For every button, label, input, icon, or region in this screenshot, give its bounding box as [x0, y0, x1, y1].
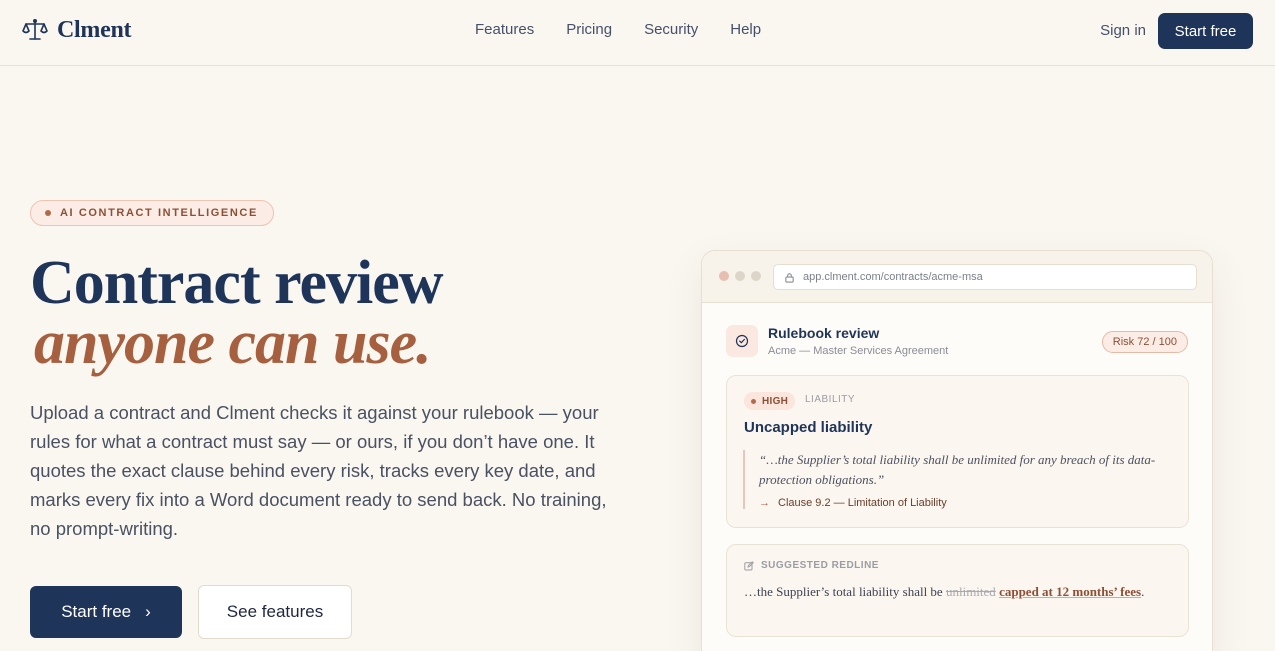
nav-link-security[interactable]: Security [644, 21, 698, 38]
top-nav: Clment Features Pricing Security Help Si… [0, 0, 1275, 66]
severity-label: HIGH [762, 395, 789, 407]
window-dot-icon [719, 271, 729, 281]
see-features-button[interactable]: See features [198, 585, 352, 639]
nav-link-help[interactable]: Help [730, 21, 761, 38]
panel-title: Rulebook review [768, 325, 880, 341]
redline-prefix: …the Supplier’s total liability shall be [744, 584, 943, 599]
window-dot-icon [751, 271, 761, 281]
badge-dot [45, 210, 51, 216]
url-text: app.clment.com/contracts/acme-msa [803, 271, 983, 283]
nav-links: Features Pricing Security Help [475, 21, 761, 38]
nav-link-features[interactable]: Features [475, 21, 534, 38]
panel-subtitle: Acme — Master Services Agreement [768, 345, 949, 357]
quote-text: “…the Supplier’s total liability shall b… [759, 452, 1156, 487]
citation-text: Clause 9.2 — Limitation of Liability [778, 497, 947, 509]
severity-badge: HIGH [744, 392, 796, 410]
severity-dot [751, 398, 756, 404]
app-preview-window: app.clment.com/contracts/acme-msa Rulebo… [701, 250, 1213, 651]
start-free-label: Start free [61, 602, 132, 621]
finding-title: Uncapped liability [744, 419, 873, 436]
sign-in-link[interactable]: Sign in [1100, 22, 1146, 39]
edit-icon [744, 560, 754, 570]
redline-deleted: unlimited [945, 584, 996, 599]
brand-name: Clment [57, 16, 132, 43]
headline-line-2: anyone can use. [34, 309, 432, 377]
scales-icon [22, 18, 48, 40]
start-free-button[interactable]: Start free › [30, 586, 182, 638]
rulebook-icon-box [726, 325, 758, 357]
eyebrow-text: AI CONTRACT INTELLIGENCE [60, 207, 258, 219]
clause-citation[interactable]: → Clause 9.2 — Limitation of Liability [759, 497, 1163, 509]
redline-text: …the Supplier’s total liability shall be… [744, 582, 1174, 602]
clause-quote: “…the Supplier’s total liability shall b… [743, 450, 1163, 509]
arrow-right-icon: → [759, 497, 770, 509]
redline-suffix: . [1141, 584, 1145, 599]
finding-card[interactable]: HIGH LIABILITY Uncapped liability “…the … [726, 375, 1189, 528]
hero-lead: Upload a contract and Clment checks it a… [30, 402, 607, 539]
headline-line-1: Contract review [30, 249, 444, 317]
redline-inserted: capped at 12 months’ fees [999, 584, 1142, 599]
finding-category: LIABILITY [805, 394, 856, 405]
address-bar: app.clment.com/contracts/acme-msa [773, 264, 1197, 290]
lock-icon [785, 272, 794, 283]
chevron-right-icon: › [145, 602, 151, 621]
nav-link-pricing[interactable]: Pricing [566, 21, 612, 38]
risk-score-badge: Risk 72 / 100 [1101, 331, 1188, 353]
window-controls [719, 271, 761, 281]
redline-card[interactable]: SUGGESTED REDLINE …the Supplier’s total … [726, 544, 1189, 637]
redline-label: SUGGESTED REDLINE [761, 560, 879, 571]
brand-logo[interactable]: Clment [21, 16, 131, 44]
browser-bar: app.clment.com/contracts/acme-msa [702, 251, 1212, 303]
window-dot-icon [735, 271, 745, 281]
check-circle-icon [735, 334, 749, 348]
eyebrow-badge: AI CONTRACT INTELLIGENCE [30, 200, 274, 226]
redline-header: SUGGESTED REDLINE [744, 560, 879, 571]
nav-start-free-button[interactable]: Start free [1158, 13, 1253, 49]
